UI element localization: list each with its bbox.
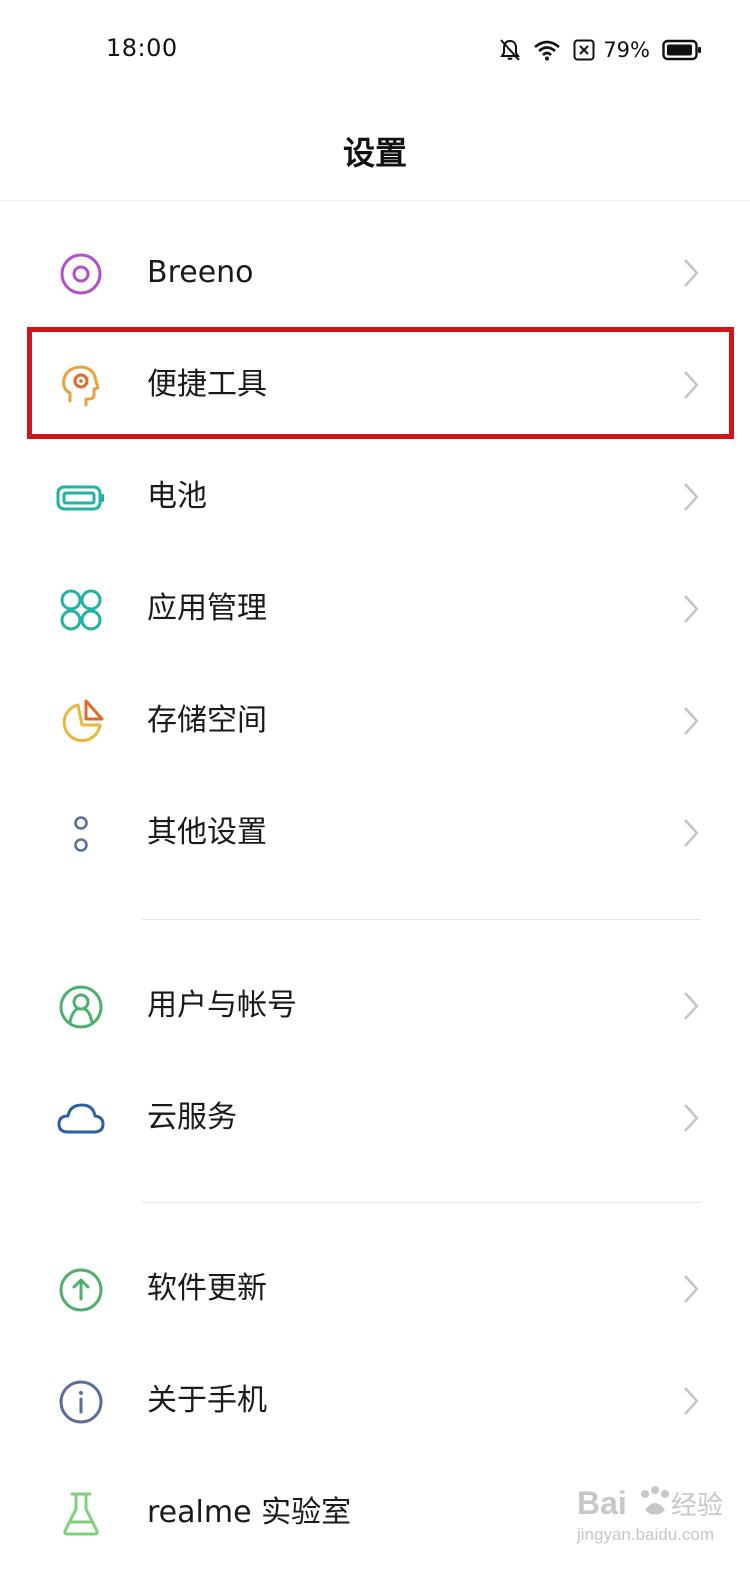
bell-off-icon bbox=[499, 38, 521, 62]
settings-item-realme-lab[interactable]: realme 实验室 bbox=[0, 1457, 750, 1569]
section-divider bbox=[142, 919, 700, 920]
app-grid-icon bbox=[56, 585, 106, 635]
settings-item-label: 应用管理 bbox=[147, 591, 267, 626]
chevron-right-icon bbox=[680, 593, 702, 625]
settings-item-cloud-service[interactable]: 云服务 bbox=[0, 1062, 750, 1174]
chevron-right-icon bbox=[680, 481, 702, 513]
settings-item-breeno[interactable]: Breeno bbox=[0, 217, 750, 329]
title-bar: 设置 bbox=[0, 100, 750, 201]
chevron-right-icon bbox=[680, 257, 702, 289]
update-arrow-icon bbox=[56, 1265, 106, 1315]
chevron-right-icon bbox=[680, 990, 702, 1022]
settings-item-label: 存储空间 bbox=[147, 703, 267, 738]
settings-item-label: 关于手机 bbox=[147, 1383, 267, 1418]
storage-pie-icon bbox=[56, 697, 106, 747]
status-time: 18:00 bbox=[106, 34, 178, 62]
chevron-right-icon bbox=[680, 1102, 702, 1134]
settings-item-software-update[interactable]: 软件更新 bbox=[0, 1233, 750, 1345]
settings-item-label: 其他设置 bbox=[147, 815, 267, 850]
settings-item-convenience-tools[interactable]: 便捷工具 bbox=[0, 329, 750, 441]
status-bar: 18:00 79% bbox=[0, 0, 750, 100]
chevron-right-icon bbox=[680, 705, 702, 737]
battery-icon bbox=[56, 473, 106, 523]
flask-icon bbox=[56, 1489, 106, 1539]
sim-x-icon bbox=[573, 39, 595, 61]
breeno-icon bbox=[56, 249, 106, 299]
settings-item-label: 便捷工具 bbox=[147, 367, 267, 402]
settings-item-battery[interactable]: 电池 bbox=[0, 441, 750, 553]
settings-item-about-phone[interactable]: 关于手机 bbox=[0, 1345, 750, 1457]
settings-item-app-management[interactable]: 应用管理 bbox=[0, 553, 750, 665]
settings-item-label: 软件更新 bbox=[147, 1271, 267, 1306]
settings-item-label: realme 实验室 bbox=[147, 1495, 352, 1530]
settings-item-label: Breeno bbox=[147, 255, 254, 290]
page-title: 设置 bbox=[342, 134, 407, 172]
settings-item-label: 电池 bbox=[147, 479, 207, 514]
user-icon bbox=[56, 982, 106, 1032]
settings-item-label: 云服务 bbox=[147, 1100, 237, 1135]
battery-percent: 79% bbox=[603, 38, 650, 62]
chevron-right-icon bbox=[680, 1385, 702, 1417]
chevron-right-icon bbox=[680, 369, 702, 401]
settings-item-other-settings[interactable]: 其他设置 bbox=[0, 777, 750, 889]
cloud-icon bbox=[56, 1094, 106, 1144]
chevron-right-icon bbox=[680, 1273, 702, 1305]
wifi-icon bbox=[533, 39, 561, 61]
settings-item-storage[interactable]: 存储空间 bbox=[0, 665, 750, 777]
dots-icon bbox=[56, 809, 106, 859]
info-icon bbox=[56, 1377, 106, 1427]
battery-icon bbox=[662, 39, 702, 61]
status-icons: 79% bbox=[499, 36, 702, 64]
settings-item-users-accounts[interactable]: 用户与帐号 bbox=[0, 950, 750, 1062]
settings-item-label: 用户与帐号 bbox=[147, 988, 297, 1023]
section-divider bbox=[142, 1202, 700, 1203]
chevron-right-icon bbox=[680, 817, 702, 849]
convenience-tools-icon bbox=[56, 361, 106, 411]
